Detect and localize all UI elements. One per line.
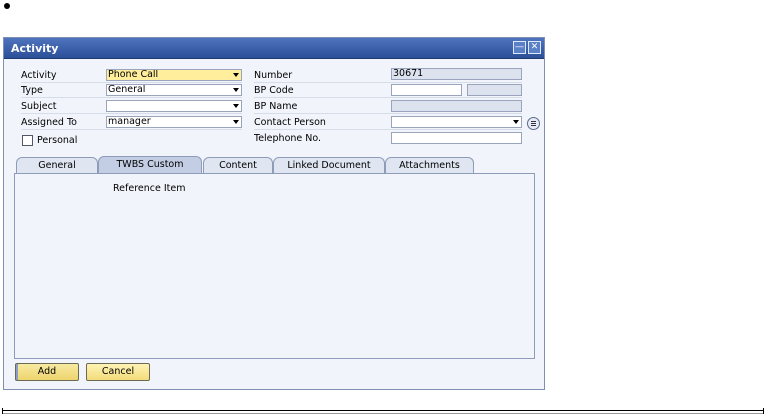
chevron-down-icon[interactable] bbox=[233, 104, 239, 108]
cancel-button-label: Cancel bbox=[101, 366, 135, 377]
tab-twbs-custom[interactable]: TWBS Custom bbox=[98, 156, 202, 173]
row-divider bbox=[21, 113, 242, 114]
tab-attachments[interactable]: Attachments bbox=[385, 157, 474, 173]
personal-label: Personal bbox=[37, 135, 78, 146]
contact-person-label: Contact Person bbox=[254, 117, 326, 128]
tab-label: Attachments bbox=[399, 160, 460, 171]
subject-label: Subject bbox=[21, 101, 57, 112]
bullet-dot bbox=[4, 3, 10, 9]
activity-window: Activity — ✕ Activity Phone Call Type Ge… bbox=[3, 37, 545, 390]
add-button-label: Add bbox=[37, 366, 57, 377]
bp-code-input[interactable] bbox=[391, 84, 462, 96]
cancel-button[interactable]: Cancel bbox=[86, 363, 150, 381]
telephone-label: Telephone No. bbox=[254, 133, 322, 144]
bp-name-field bbox=[391, 100, 522, 112]
bp-name-label: BP Name bbox=[254, 101, 298, 112]
minimize-icon[interactable]: — bbox=[513, 41, 526, 54]
row-divider bbox=[254, 97, 522, 98]
tab-label: TWBS Custom bbox=[116, 159, 184, 170]
tab-general[interactable]: General bbox=[16, 157, 98, 173]
rule-end-tick bbox=[2, 408, 3, 414]
chevron-down-icon[interactable] bbox=[233, 73, 239, 77]
number-field: 30671 bbox=[391, 68, 522, 80]
chevron-down-icon[interactable] bbox=[233, 88, 239, 92]
activity-value: Phone Call bbox=[108, 69, 159, 80]
type-value: General bbox=[108, 84, 146, 95]
window-title: Activity bbox=[11, 42, 59, 55]
activity-select[interactable]: Phone Call bbox=[106, 69, 242, 81]
chevron-down-icon[interactable] bbox=[513, 120, 519, 124]
rule-end-tick bbox=[763, 408, 764, 414]
tab-panel: Reference Item bbox=[14, 173, 535, 359]
number-value: 30671 bbox=[393, 68, 424, 79]
close-icon[interactable]: ✕ bbox=[528, 41, 541, 54]
activity-label: Activity bbox=[21, 70, 57, 81]
tab-content[interactable]: Content bbox=[203, 157, 273, 173]
list-icon[interactable] bbox=[527, 117, 540, 130]
assigned-to-label: Assigned To bbox=[21, 117, 77, 128]
tab-label: Linked Document bbox=[287, 160, 371, 171]
horizontal-rule bbox=[2, 410, 764, 414]
type-label: Type bbox=[21, 85, 43, 96]
type-select[interactable]: General bbox=[106, 84, 242, 96]
bp-code-label: BP Code bbox=[254, 85, 294, 96]
row-divider bbox=[21, 129, 242, 130]
contact-person-select[interactable] bbox=[391, 116, 522, 128]
chevron-down-icon[interactable] bbox=[233, 120, 239, 124]
telephone-input[interactable] bbox=[391, 132, 522, 144]
reference-item-label: Reference Item bbox=[113, 183, 186, 194]
title-bar[interactable]: Activity — ✕ bbox=[4, 38, 544, 59]
tab-linked-document[interactable]: Linked Document bbox=[273, 157, 385, 173]
add-button[interactable]: Add bbox=[15, 363, 79, 381]
assigned-to-value: manager bbox=[108, 116, 151, 127]
row-divider bbox=[254, 113, 522, 114]
assigned-to-select[interactable]: manager bbox=[106, 116, 242, 128]
row-divider bbox=[254, 82, 522, 83]
row-divider bbox=[21, 97, 242, 98]
number-label: Number bbox=[254, 70, 293, 81]
personal-checkbox[interactable] bbox=[22, 135, 33, 146]
tab-label: Content bbox=[219, 160, 257, 171]
row-divider bbox=[21, 82, 242, 83]
subject-select[interactable] bbox=[106, 100, 242, 112]
row-divider bbox=[254, 129, 522, 130]
tab-label: General bbox=[38, 160, 76, 171]
bp-code-extra-field bbox=[467, 84, 522, 96]
